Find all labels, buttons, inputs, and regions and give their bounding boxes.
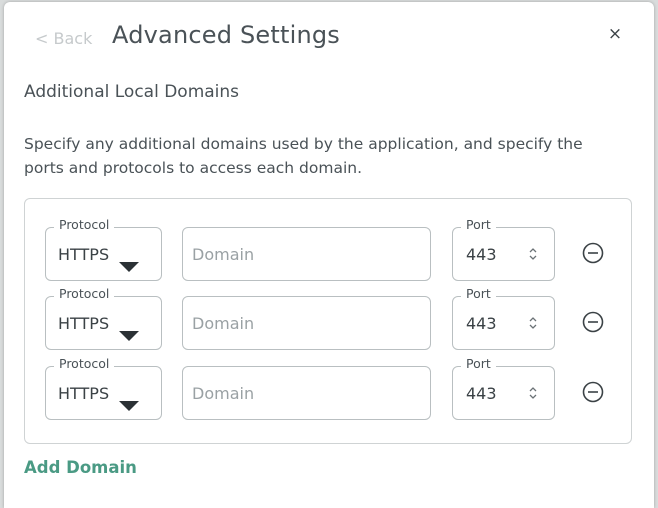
minus-circle-icon[interactable] [582,381,604,403]
port-label: Port [461,217,496,232]
port-field[interactable]: Port [452,356,555,420]
domain-row: Protocol HTTPS Port [25,217,631,283]
back-link[interactable]: < Back [35,29,92,48]
protocol-select[interactable]: Protocol HTTPS [45,356,162,420]
domain-field[interactable] [182,366,431,420]
minus-circle-icon[interactable] [582,311,604,333]
section-title: Additional Local Domains [24,82,240,102]
protocol-label: Protocol [54,356,115,371]
domain-row: Protocol HTTPS Port [25,356,631,422]
protocol-label: Protocol [54,217,115,232]
domain-input[interactable] [192,311,417,335]
protocol-select[interactable]: Protocol HTTPS [45,286,162,350]
domain-row: Protocol HTTPS Port [25,286,631,352]
port-label: Port [461,356,496,371]
domain-field[interactable] [182,296,431,350]
protocol-value: HTTPS [58,245,110,264]
domain-input[interactable] [192,242,417,266]
protocol-value: HTTPS [58,384,110,403]
domain-field[interactable] [182,227,431,281]
port-field[interactable]: Port [452,286,555,350]
caret-down-icon [119,331,139,341]
stepper-icon[interactable] [528,316,538,330]
advanced-settings-dialog: < Back Advanced Settings × Additional Lo… [4,2,654,508]
dialog-title: Advanced Settings [112,21,341,49]
port-field[interactable]: Port [452,217,555,281]
protocol-label: Protocol [54,286,115,301]
port-input[interactable] [466,311,516,335]
caret-down-icon [119,262,139,272]
port-input[interactable] [466,242,516,266]
protocol-select[interactable]: Protocol HTTPS [45,217,162,281]
section-description: Specify any additional domains used by t… [24,135,583,177]
port-label: Port [461,286,496,301]
caret-down-icon [119,401,139,411]
stepper-icon[interactable] [528,386,538,400]
minus-circle-icon[interactable] [582,242,604,264]
protocol-value: HTTPS [58,314,110,333]
close-icon[interactable]: × [605,24,625,44]
domains-panel: Protocol HTTPS Port [24,198,632,444]
stepper-icon[interactable] [528,247,538,261]
port-input[interactable] [466,381,516,405]
domain-input[interactable] [192,381,417,405]
add-domain-button[interactable]: Add Domain [24,458,137,477]
